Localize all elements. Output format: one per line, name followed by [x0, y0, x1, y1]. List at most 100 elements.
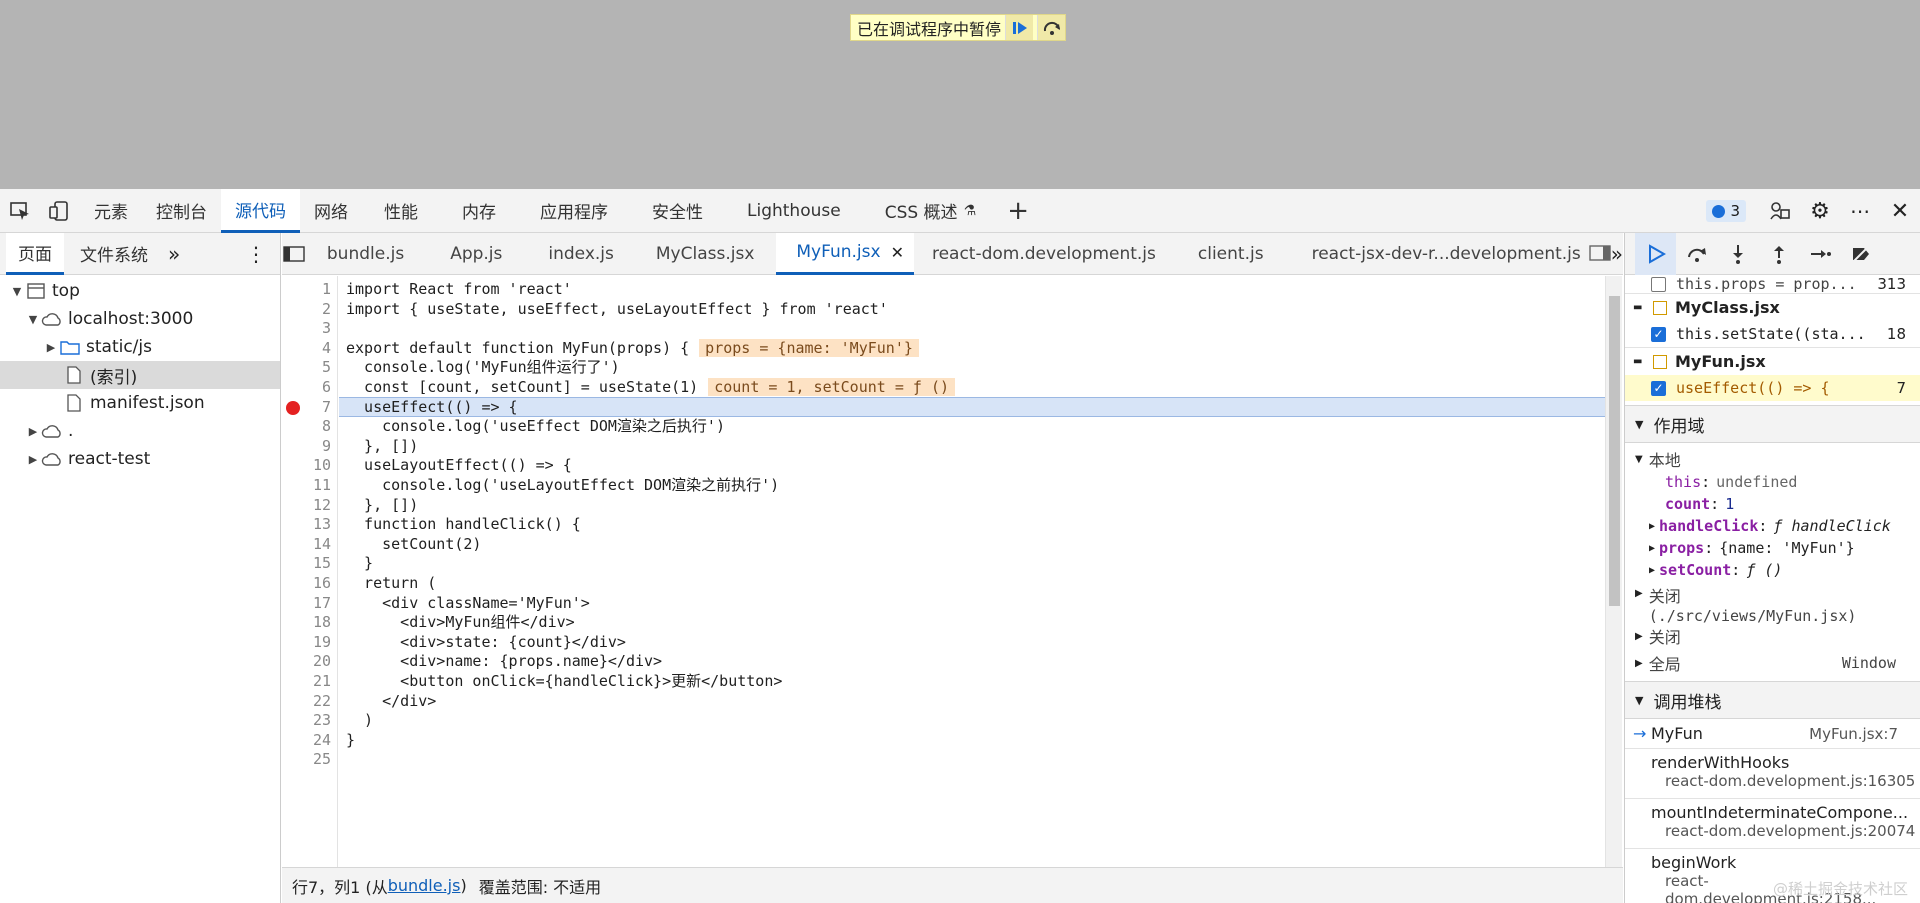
close-tab-icon[interactable]: ✕ — [891, 243, 904, 262]
tab-sources[interactable]: 源代码 — [221, 188, 300, 233]
line-number[interactable]: 11 — [291, 476, 331, 494]
line-number[interactable]: 16 — [291, 574, 331, 592]
tab-console[interactable]: 控制台 — [142, 189, 221, 233]
line-gutter[interactable]: 1 2 3 4 5 6 7 8 9 10 11 12 13 14 15 16 17 18 19 20 21 22 23 24 2… — [282, 276, 338, 867]
source-map-link[interactable]: bundle.js — [388, 876, 461, 895]
more-options-icon[interactable]: ⋯ — [1840, 189, 1880, 233]
scope-var-props[interactable]: ▶ props: {name: 'MyFun'} — [1625, 537, 1920, 559]
line-number[interactable]: 21 — [291, 672, 331, 690]
scope-var-handleclick[interactable]: ▶ handleClick: ƒ handleClick — [1625, 515, 1920, 537]
tab-elements[interactable]: 元素 — [80, 189, 142, 233]
scope-global[interactable]: ▶ 全局 Window — [1625, 649, 1920, 677]
file-tab-myfun[interactable]: MyFun.jsx ✕ — [776, 232, 914, 275]
line-number[interactable]: 1 — [291, 280, 331, 298]
line-number[interactable]: 18 — [291, 613, 331, 631]
breakpoint-item[interactable]: this.props = prop... 313 — [1625, 275, 1920, 293]
breakpoint-item[interactable]: ✓ this.setState((sta... 18 — [1625, 321, 1920, 347]
step-over-button[interactable] — [1676, 233, 1717, 275]
navigator-menu-icon[interactable]: ⋮ — [246, 242, 266, 266]
tree-item-index[interactable]: (索引) — [0, 361, 280, 389]
line-number[interactable]: 8 — [291, 417, 331, 435]
resume-button[interactable] — [1635, 233, 1676, 275]
editor-scrollbar[interactable] — [1605, 276, 1622, 867]
tree-item-static-js[interactable]: ▶ static/js — [0, 333, 280, 361]
scope-local-header[interactable]: ▼ 本地 — [1625, 447, 1920, 471]
customize-icon[interactable] — [1760, 189, 1800, 233]
line-number[interactable]: 4 — [291, 339, 331, 357]
breakpoint-checkbox[interactable] — [1651, 276, 1666, 292]
line-number[interactable]: 17 — [291, 594, 331, 612]
file-tab-myclass[interactable]: MyClass.jsx — [634, 233, 777, 275]
inspect-element-icon[interactable] — [0, 189, 40, 233]
tab-network[interactable]: 网络 — [300, 189, 362, 233]
callstack-frame-current[interactable]: → MyFun MyFun.jsx:7 — [1625, 719, 1920, 749]
line-number[interactable]: 13 — [291, 515, 331, 533]
breakpoint-marker[interactable] — [286, 400, 300, 415]
line-number[interactable]: 3 — [291, 319, 331, 337]
tab-memory[interactable]: 内存 — [440, 189, 518, 233]
scope-section-header[interactable]: ▼ 作用域 — [1625, 405, 1920, 443]
tab-page[interactable]: 页面 — [6, 232, 64, 275]
step-into-button[interactable] — [1717, 233, 1758, 275]
tab-performance[interactable]: 性能 — [362, 189, 440, 233]
callstack-frame[interactable]: mountIndeterminateCompone... react-dom.d… — [1625, 799, 1920, 849]
line-number[interactable]: 23 — [291, 711, 331, 729]
step-button[interactable] — [1799, 233, 1840, 275]
line-number[interactable]: 15 — [291, 554, 331, 572]
scrollbar-thumb[interactable] — [1609, 296, 1620, 606]
line-number[interactable]: 25 — [291, 750, 331, 768]
line-number[interactable]: 14 — [291, 535, 331, 553]
tree-item-dot[interactable]: ▶ . — [0, 417, 280, 445]
scope-closure-2[interactable]: ▶ 关闭 — [1625, 623, 1920, 649]
tree-item-localhost[interactable]: ▼ localhost:3000 — [0, 305, 280, 333]
breakpoint-file-myfun[interactable]: ▬ MyFun.jsx — [1625, 347, 1920, 375]
breakpoint-checkbox-checked[interactable]: ✓ — [1651, 380, 1666, 396]
line-number[interactable]: 2 — [291, 300, 331, 318]
toggle-navigator-icon[interactable] — [282, 245, 307, 262]
line-number[interactable]: 6 — [291, 378, 331, 396]
file-tab-react-jsx-dev[interactable]: react-jsx-dev-r...development.js — [1288, 233, 1605, 275]
toggle-debugger-icon[interactable] — [1589, 245, 1611, 266]
line-number[interactable]: 5 — [291, 358, 331, 376]
scope-var-setcount[interactable]: ▶ setCount: ƒ () — [1625, 559, 1920, 581]
file-tab-bundle[interactable]: bundle.js — [307, 233, 424, 275]
tree-item-top[interactable]: ▼ top — [0, 277, 280, 305]
resume-button[interactable] — [1005, 15, 1034, 40]
tab-lighthouse[interactable]: Lighthouse — [725, 189, 863, 233]
tree-item-manifest[interactable]: manifest.json — [0, 389, 280, 417]
more-file-tabs-icon[interactable]: » — [1611, 242, 1623, 266]
tab-css-overview[interactable]: CSS 概述 ⚗ — [863, 189, 998, 233]
breakpoint-file-myclass[interactable]: ▬ MyClass.jsx — [1625, 293, 1920, 321]
file-tab-index[interactable]: index.js — [528, 233, 634, 275]
step-out-button[interactable] — [1758, 233, 1799, 275]
code-area[interactable]: 1 2 3 4 5 6 7 8 9 10 11 12 13 14 15 16 17 18 19 20 21 22 23 24 2… — [282, 276, 1623, 867]
line-number[interactable]: 9 — [291, 437, 331, 455]
device-emulation-icon[interactable] — [40, 189, 80, 233]
more-navigator-tabs-icon[interactable]: » — [168, 242, 180, 266]
callstack-section-header[interactable]: ▼ 调用堆栈 — [1625, 681, 1920, 719]
tab-filesystem[interactable]: 文件系统 — [64, 233, 164, 275]
tab-security[interactable]: 安全性 — [630, 189, 725, 233]
file-tab-app[interactable]: App.js — [424, 233, 528, 275]
line-number[interactable]: 22 — [291, 692, 331, 710]
tree-item-react-test[interactable]: ▶ react-test — [0, 445, 280, 473]
breakpoint-item-active[interactable]: ✓ useEffect(() => { 7 — [1625, 375, 1920, 401]
deactivate-breakpoints-button[interactable] — [1840, 233, 1881, 275]
line-number[interactable]: 19 — [291, 633, 331, 651]
global-label: 全局 — [1648, 655, 1681, 674]
settings-gear-icon[interactable]: ⚙ — [1800, 189, 1840, 233]
breakpoint-checkbox-checked[interactable]: ✓ — [1651, 326, 1666, 342]
file-tab-client[interactable]: client.js — [1174, 233, 1288, 275]
more-tabs-plus-icon[interactable]: + — [998, 189, 1038, 233]
line-number[interactable]: 10 — [291, 456, 331, 474]
scope-closure-1[interactable]: ▶ 关闭 (./src/views/MyFun.jsx) — [1625, 581, 1920, 625]
close-devtools-icon[interactable]: ✕ — [1880, 189, 1920, 233]
issues-badge[interactable]: 3 — [1706, 200, 1746, 222]
step-over-button[interactable] — [1037, 15, 1066, 40]
line-number[interactable]: 20 — [291, 652, 331, 670]
file-tab-react-dom[interactable]: react-dom.development.js — [914, 233, 1174, 275]
line-number[interactable]: 24 — [291, 731, 331, 749]
tab-application[interactable]: 应用程序 — [518, 189, 630, 233]
callstack-frame[interactable]: renderWithHooks react-dom.development.js… — [1625, 749, 1920, 799]
line-number[interactable]: 12 — [291, 496, 331, 514]
